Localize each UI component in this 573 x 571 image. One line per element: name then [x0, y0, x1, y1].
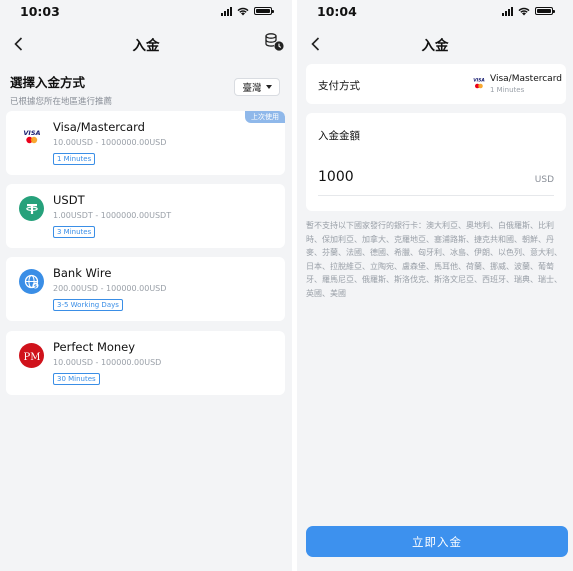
amount-input[interactable]: 1000 [318, 169, 354, 185]
deposit-history-icon[interactable] [263, 32, 285, 52]
svg-text:$: $ [34, 283, 37, 289]
method-time-tag: 1 Minutes [53, 153, 96, 165]
selected-payment-method: VISA Visa/Mastercard 1 Minutes [472, 72, 562, 98]
status-bar: 10:03 [0, 0, 292, 22]
visa-mastercard-icon: VISA [473, 78, 485, 89]
payment-method-row[interactable]: 支付方式 VISA Visa/Mastercard 1 Minutes [306, 64, 566, 104]
amount-label: 入金金額 [318, 130, 360, 142]
method-name: Perfect Money [53, 340, 136, 354]
method-card-bank-wire[interactable]: $ Bank Wire 200.00USD - 100000.00USD 3-5… [6, 257, 285, 321]
amount-card: 入金金額 1000 USD [306, 113, 566, 211]
method-section-header: 選擇入金方式 已根據您所在地區進行推薦 臺灣 [0, 66, 292, 107]
battery-icon [535, 7, 555, 15]
status-bar: 10:04 [297, 0, 573, 22]
deposit-method-screen: 10:03 入金 選擇入金方式 已根據您所在地區進行推薦 臺灣 VISA Vis… [0, 0, 292, 571]
method-time-tag: 30 Minutes [53, 373, 100, 385]
method-range: 10.00USD - 100000.00USD [53, 358, 162, 367]
chevron-left-icon [13, 37, 22, 51]
payment-method-label: 支付方式 [318, 80, 360, 92]
method-name: Bank Wire [53, 266, 112, 280]
perfect-money-icon: PM [19, 343, 44, 368]
method-name: USDT [53, 193, 85, 207]
battery-icon [254, 7, 274, 15]
method-card-visa-mastercard[interactable]: VISA Visa/Mastercard 10.00USD - 1000000.… [6, 111, 285, 175]
method-name: Visa/Mastercard [53, 120, 145, 134]
region-label: 臺灣 [242, 83, 262, 94]
svg-text:PM: PM [23, 352, 40, 363]
payment-method-time: 1 Minutes [490, 86, 525, 94]
nav-bar: 入金 [297, 22, 573, 66]
method-time-tag: 3 Minutes [53, 226, 96, 238]
method-card-perfect-money[interactable]: PM Perfect Money 10.00USD - 100000.00USD… [6, 331, 285, 395]
section-subtitle: 已根據您所在地區進行推薦 [10, 97, 113, 107]
status-time: 10:03 [20, 3, 60, 19]
status-time: 10:04 [317, 3, 357, 19]
method-card-usdt[interactable]: USDT 1.00USDT - 1000000.00USDT 3 Minutes [6, 184, 285, 248]
bank-wire-icon: $ [19, 269, 44, 294]
method-range: 10.00USD - 1000000.00USD [53, 138, 167, 147]
wifi-icon [237, 7, 249, 15]
deposit-amount-screen: 10:04 入金 支付方式 VISA Visa/Mastercard 1 Min… [297, 0, 573, 571]
chevron-left-icon [310, 37, 319, 51]
signal-icon [502, 6, 513, 16]
back-button[interactable] [10, 35, 26, 53]
method-range: 200.00USD - 100000.00USD [53, 284, 167, 293]
page-title: 入金 [132, 38, 160, 54]
page-title: 入金 [421, 38, 449, 54]
nav-bar: 入金 [0, 22, 292, 66]
svg-text:VISA: VISA [473, 78, 485, 84]
unsupported-countries-notice: 暫不支持以下國家發行的銀行卡：澳大利亞、奧地利、白俄羅斯、比利時、保加利亞、加拿… [306, 221, 562, 298]
tether-icon [19, 196, 44, 221]
signal-icon [221, 6, 232, 16]
caret-down-icon [265, 85, 272, 89]
last-used-badge: 上次使用 [245, 111, 285, 123]
payment-method-name: Visa/Mastercard [490, 74, 562, 84]
status-icons [221, 6, 274, 16]
amount-underline [318, 195, 554, 196]
deposit-now-button[interactable]: 立即入金 [306, 526, 568, 557]
region-selector[interactable]: 臺灣 [234, 78, 280, 96]
method-range: 1.00USDT - 1000000.00USDT [53, 211, 172, 220]
back-button[interactable] [307, 35, 323, 53]
svg-text:VISA: VISA [23, 129, 40, 137]
wifi-icon [518, 7, 530, 15]
status-icons [502, 6, 555, 16]
method-time-tag: 3-5 Working Days [53, 299, 123, 311]
amount-currency: USD [534, 175, 554, 185]
visa-mastercard-icon: VISA [19, 123, 44, 148]
